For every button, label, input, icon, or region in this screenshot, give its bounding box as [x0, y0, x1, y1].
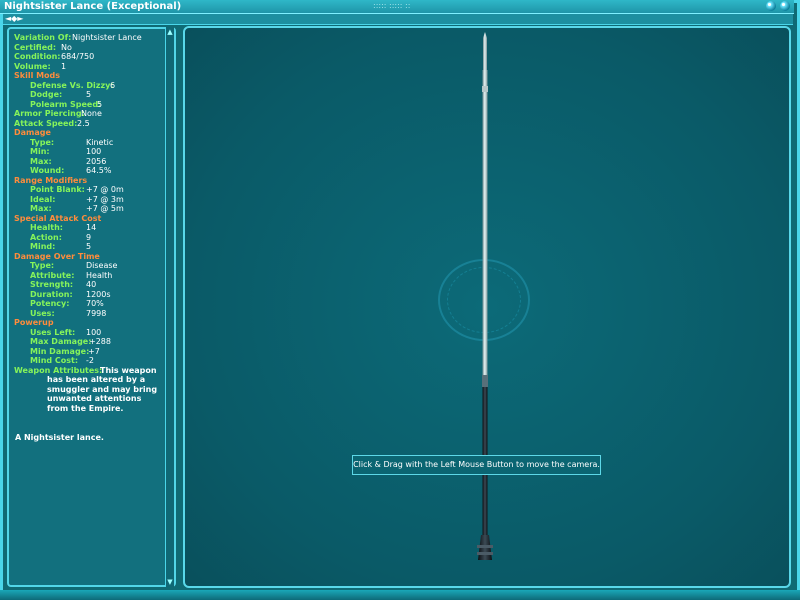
- scroll-up-icon[interactable]: ▲: [166, 28, 174, 36]
- title-bar[interactable]: Nightsister Lance (Exceptional) ::::: ::…: [0, 0, 794, 14]
- tab-bar: [3, 14, 793, 25]
- camera-hint-tooltip: Click & Drag with the Left Mouse Button …: [352, 455, 601, 475]
- minimize-button[interactable]: [766, 1, 776, 11]
- nightsister-lance-model[interactable]: [470, 30, 500, 570]
- attribute-scrollbar[interactable]: ▲ ▼: [165, 27, 174, 587]
- item-description: A Nightsister lance.: [15, 433, 104, 442]
- window-title: Nightsister Lance (Exceptional): [4, 1, 182, 12]
- weapon-attributes-line: smuggler and may bring: [47, 384, 158, 394]
- weapon-attributes-line: has been altered by a: [47, 375, 146, 384]
- title-bar-grip: ::::: ::::: ::: [373, 1, 411, 10]
- window-bottom-edge: [0, 590, 800, 600]
- weapon-attributes-line: from the Empire.: [47, 403, 124, 413]
- scroll-down-icon[interactable]: ▼: [166, 578, 174, 586]
- weapon-attributes-line: unwanted attentions: [47, 394, 142, 403]
- tab-scroll-arrows-icon[interactable]: ◄◆►: [5, 14, 23, 24]
- close-button[interactable]: [780, 1, 790, 11]
